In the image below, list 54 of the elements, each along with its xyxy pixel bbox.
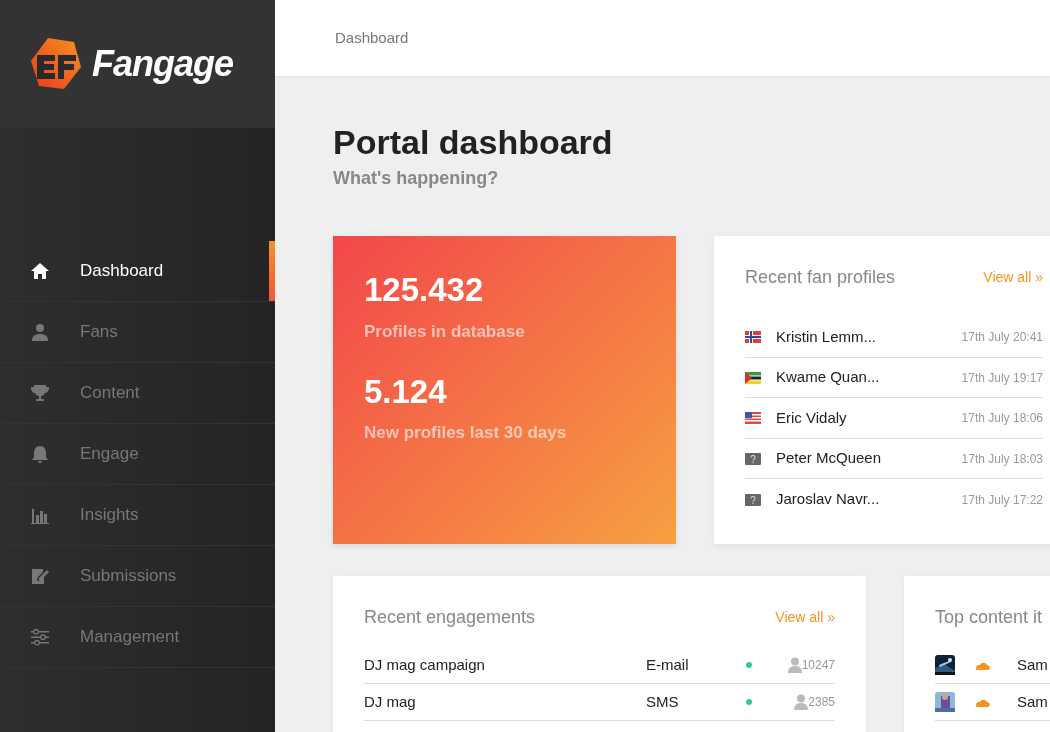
content-title: Sam (1017, 692, 1048, 713)
recipient-count: 10247 (801, 657, 835, 675)
engagement-name: DJ mag campaign (364, 655, 486, 676)
page-subtitle: What's happening? (333, 167, 500, 191)
stat-value: 5.124 (364, 374, 448, 411)
sidebar-item[interactable]: Engage (0, 424, 275, 485)
stat-value: 125.432 (364, 272, 485, 309)
mozambique-flag-icon (745, 371, 761, 384)
unknown-flag-icon (745, 452, 761, 465)
home-icon (31, 262, 49, 280)
view-all-link[interactable]: View all » (983, 267, 1043, 289)
bar-chart-icon (31, 506, 49, 524)
fan-name: Peter McQueen (776, 448, 882, 469)
channel-label: SMS (646, 692, 680, 713)
us-flag-icon (745, 412, 761, 425)
fan-name: Kwame Quan... (776, 367, 880, 388)
sidebar-item[interactable]: Management (0, 607, 275, 668)
recipient-count: 2385 (808, 694, 835, 712)
sidebar-item[interactable]: Dashboard (0, 241, 275, 302)
logo-icon (30, 37, 82, 91)
card-title: Top content it (935, 606, 1043, 630)
sidebar-item[interactable]: Content (0, 363, 275, 424)
profile-time: 17th July 19:17 (961, 369, 1043, 387)
profile-time: 17th July 18:06 (961, 410, 1043, 428)
stat-label: New profiles last 30 days (364, 422, 568, 445)
sliders-icon (31, 628, 49, 646)
person-icon (794, 694, 809, 711)
breadcrumb: Dashboard (335, 27, 409, 48)
card-title: Recent fan profiles (745, 266, 896, 290)
note-icon (31, 567, 49, 585)
brand-name: Fangage (92, 42, 234, 86)
profile-time: 17th July 18:03 (961, 450, 1043, 468)
trophy-icon (31, 384, 49, 402)
fan-name: Kristin Lemm... (776, 326, 877, 347)
bell-icon (31, 445, 49, 463)
channel-label: E-mail (646, 655, 690, 676)
view-all-link[interactable]: View all » (775, 607, 835, 629)
sidebar-item[interactable]: Submissions (0, 546, 275, 607)
stat-label: Profiles in database (364, 320, 526, 343)
card-title: Recent engagements (364, 606, 536, 630)
engagement-name: DJ mag (364, 692, 417, 713)
selection-indicator (269, 241, 275, 301)
sidebar-item[interactable]: Fans (0, 302, 275, 363)
sidebar-item[interactable]: Insights (0, 485, 275, 546)
person-icon (787, 657, 802, 674)
fan-name: Jaroslav Navr... (776, 489, 880, 510)
profile-time: 17th July 17:22 (961, 491, 1043, 509)
unknown-flag-icon (745, 493, 761, 506)
profile-time: 17th July 20:41 (961, 329, 1043, 347)
person-icon (31, 323, 49, 341)
page-title: Portal dashboard (333, 124, 614, 162)
norway-flag-icon (745, 331, 761, 344)
content-title: Sam (1017, 655, 1048, 676)
fan-name: Eric Vidaly (776, 407, 847, 428)
